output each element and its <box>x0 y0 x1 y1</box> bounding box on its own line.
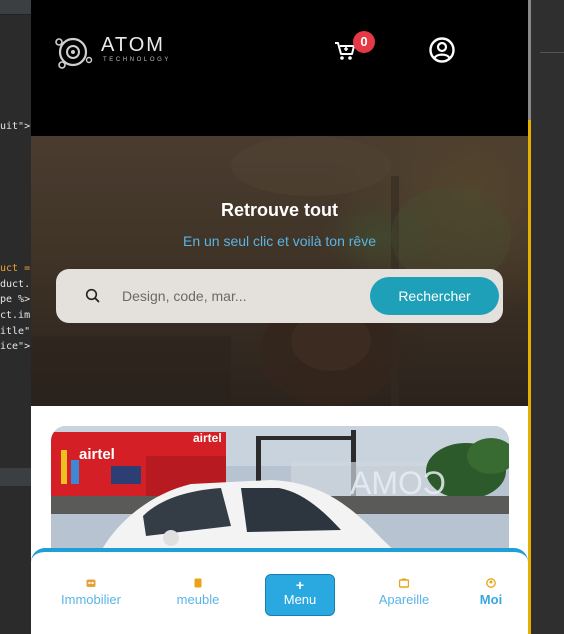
bottom-navigation: Immobilier meuble + Menu Apareille Moi <box>31 548 528 634</box>
search-icon <box>85 288 100 303</box>
atom-logo-icon <box>55 37 93 69</box>
hero-banner: Retrouve tout En un seul clic et voilà t… <box>31 136 528 406</box>
nav-label: Menu <box>283 592 317 607</box>
hero-title: Retrouve tout <box>221 200 338 220</box>
airtel-sign-left: airtel <box>79 446 115 463</box>
code-line: ice"> <box>0 341 31 352</box>
nav-item-immobilier[interactable]: Immobilier <box>41 578 141 607</box>
building-sign: COMA <box>349 465 446 501</box>
hero-subtitle: En un seul clic et voilà ton rêve <box>183 233 376 249</box>
airtel-sign-right: airtel <box>193 431 222 445</box>
nav-label: meuble <box>176 592 220 607</box>
code-line: ct.im <box>0 310 31 321</box>
nav-item-meuble[interactable]: meuble <box>148 578 248 607</box>
scrollbar-thumb[interactable] <box>528 0 531 120</box>
logo-wordmark: ATOM <box>101 34 165 56</box>
atom-logo[interactable]: ATOM TECHNOLOGY <box>53 32 213 72</box>
logo-tagline: TECHNOLOGY <box>103 57 172 63</box>
code-line: uit"> <box>0 121 31 132</box>
nav-item-moi[interactable]: Moi <box>441 578 528 607</box>
nav-item-apareille[interactable]: Apareille <box>354 578 454 607</box>
user-icon <box>486 578 496 588</box>
search-bar: Rechercher <box>56 269 503 323</box>
code-line: pe %> <box>0 294 31 305</box>
search-button[interactable]: Rechercher <box>370 277 499 315</box>
mobile-app-preview: ATOM TECHNOLOGY 0 Retrouve tout En un se… <box>31 0 528 634</box>
editor-side-strip <box>528 0 564 634</box>
editor-divider <box>540 52 564 53</box>
code-line: itle" <box>0 326 31 337</box>
nav-label: Moi <box>479 592 503 607</box>
code-line: uct = <box>0 263 31 274</box>
search-input[interactable] <box>122 281 352 311</box>
nav-label: Apareille <box>378 592 430 607</box>
device-icon <box>399 578 409 588</box>
user-circle-icon[interactable] <box>428 36 456 64</box>
plus-icon: + <box>295 577 305 593</box>
code-line: duct. <box>0 279 31 290</box>
building-icon <box>86 579 96 587</box>
cart-count-badge: 0 <box>353 31 375 53</box>
nav-label: Immobilier <box>61 592 121 607</box>
furniture-icon <box>194 578 202 588</box>
nav-item-menu[interactable]: + Menu <box>265 574 335 616</box>
app-header: ATOM TECHNOLOGY 0 <box>31 0 528 136</box>
